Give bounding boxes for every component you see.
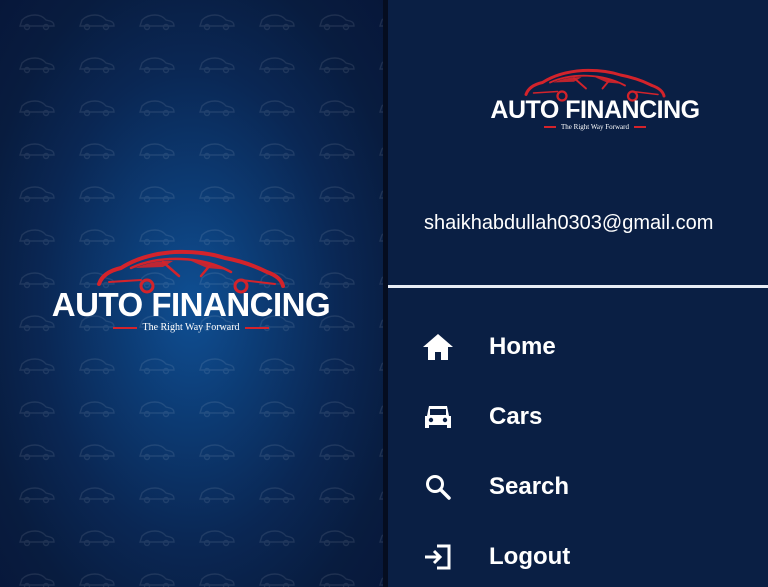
splash-tagline: The Right Way Forward: [142, 322, 240, 333]
app-root: AUTO FINANCING The Right Way Forward AUT…: [0, 0, 768, 587]
menu-item-logout[interactable]: Logout: [388, 522, 768, 587]
drawer-brand-title: AUTO FINANCING: [490, 96, 700, 124]
home-icon: [418, 327, 458, 367]
tagline-rule-right: [244, 326, 269, 329]
tagline-rule-left: [544, 126, 557, 128]
menu-item-label: Logout: [489, 543, 571, 570]
drawer-menu: Home Cars Search Logout: [388, 312, 768, 587]
drawer-tagline-row: The Right Way Forward: [544, 123, 646, 131]
splash-screen: AUTO FINANCING The Right Way Forward: [0, 0, 383, 587]
header-divider: [388, 285, 768, 288]
user-email: shaikhabdullah0303@gmail.com: [424, 212, 714, 234]
menu-item-label: Home: [489, 333, 556, 360]
menu-item-cars[interactable]: Cars: [388, 382, 768, 452]
navigation-drawer: AUTO FINANCING The Right Way Forward sha…: [388, 0, 768, 587]
menu-item-label: Cars: [489, 403, 543, 430]
car-icon: [418, 397, 458, 437]
menu-item-label: Search: [489, 473, 570, 500]
search-icon: [418, 467, 458, 507]
menu-item-search[interactable]: Search: [388, 452, 768, 522]
drawer-logo: AUTO FINANCING The Right Way Forward: [480, 66, 710, 131]
logout-icon: [418, 537, 458, 577]
drawer-tagline: The Right Way Forward: [561, 123, 629, 131]
splash-brand-title: AUTO FINANCING: [51, 286, 331, 323]
tagline-rule-right: [633, 126, 646, 128]
splash-tagline-row: The Right Way Forward: [113, 322, 269, 333]
tagline-rule-left: [113, 326, 138, 329]
menu-item-home[interactable]: Home: [388, 312, 768, 382]
splash-logo: AUTO FINANCING The Right Way Forward: [36, 246, 346, 333]
